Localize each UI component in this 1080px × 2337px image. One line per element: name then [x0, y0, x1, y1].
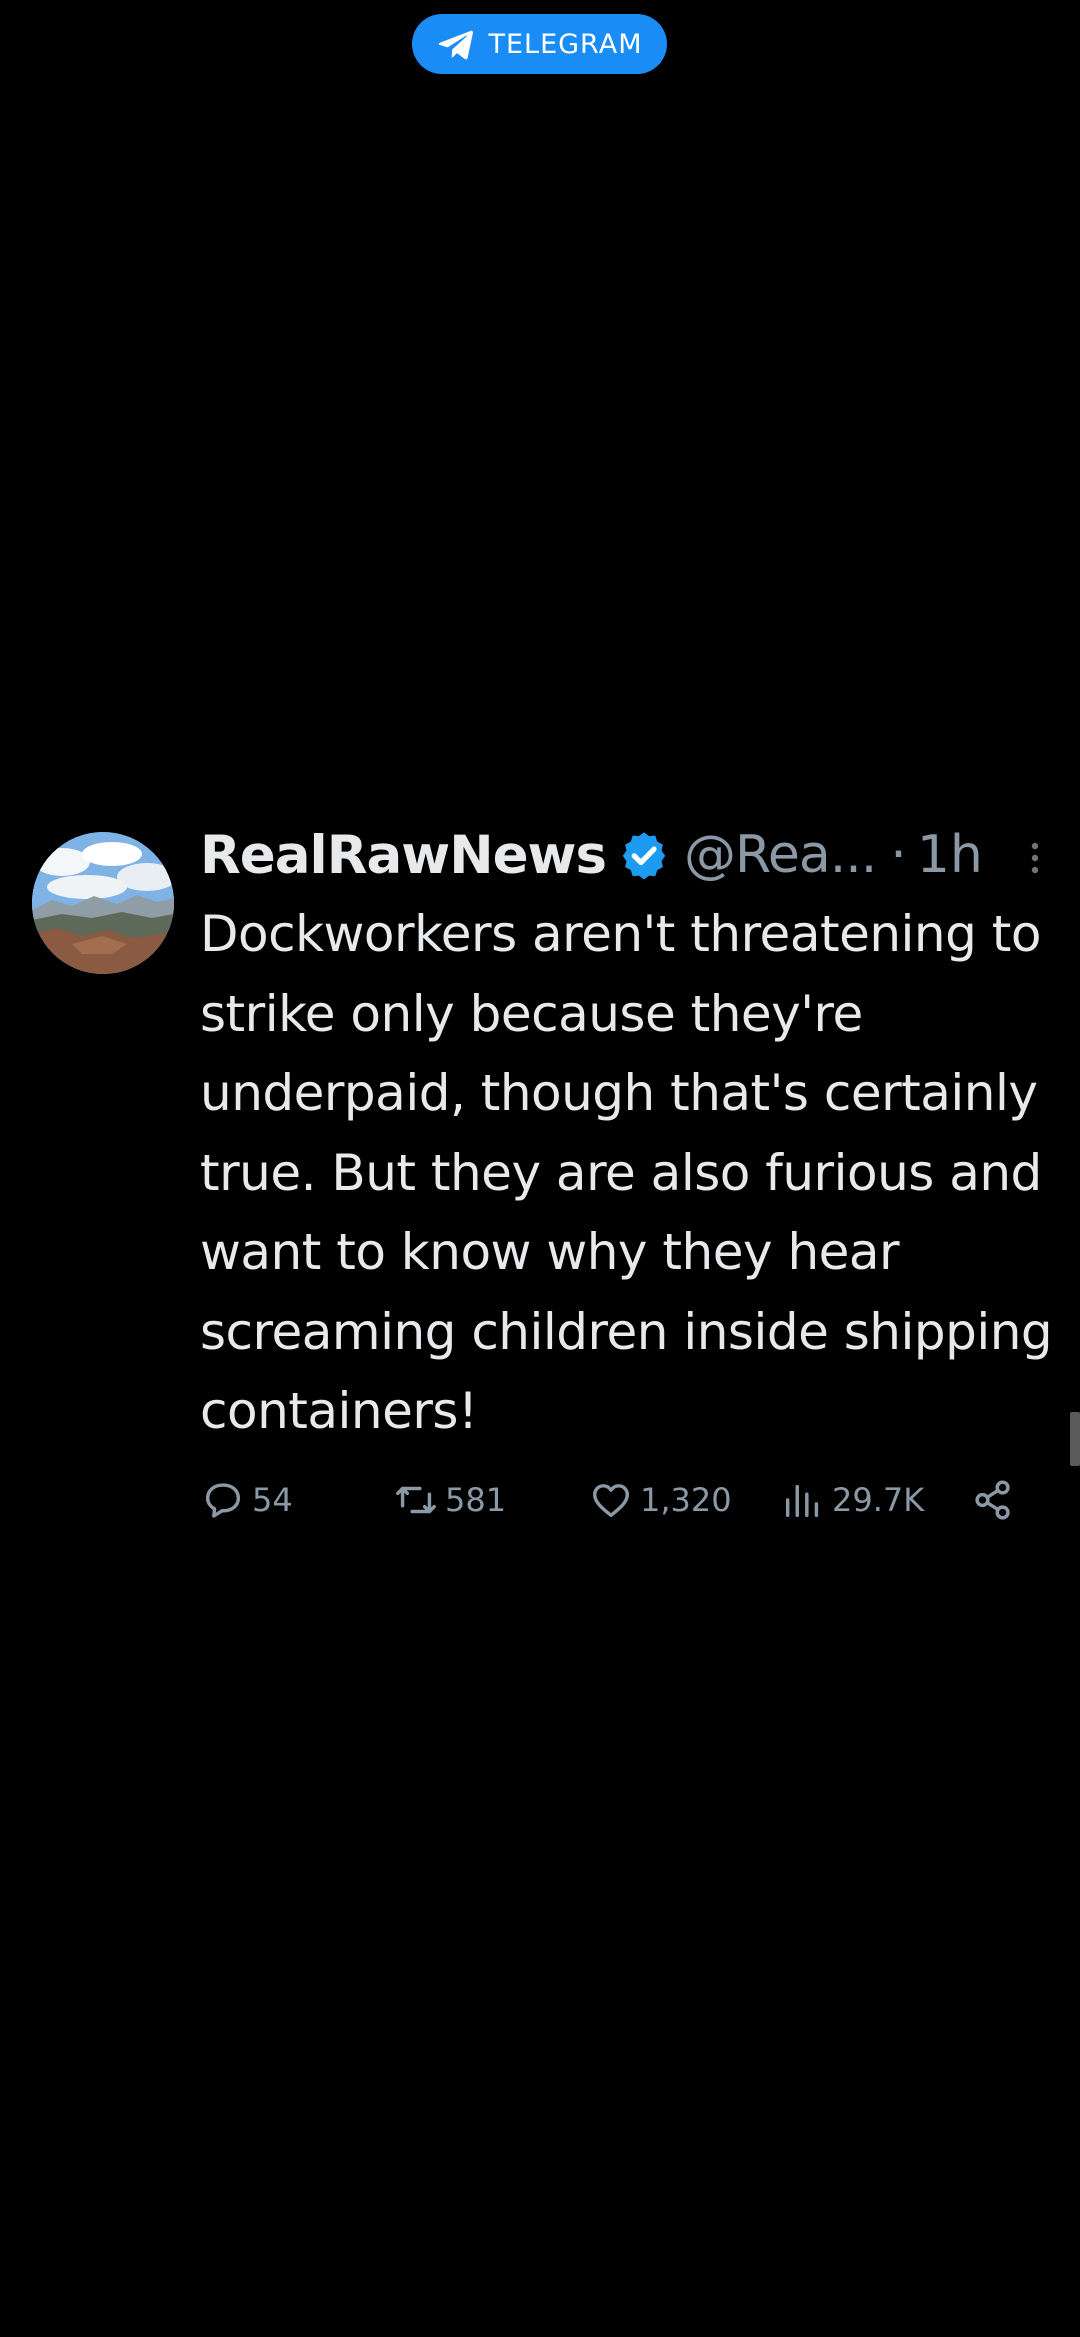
retweet-count: 581 [445, 1481, 507, 1519]
tweet-header: RealRawNews @Rea... · 1h [200, 820, 1050, 890]
reply-button[interactable]: 54 [200, 1472, 293, 1528]
tweet-text: Dockworkers aren't threatening to strike… [200, 905, 1053, 1440]
mountain-landscape-avatar [32, 832, 174, 974]
avatar[interactable] [32, 832, 174, 974]
reply-icon [205, 1483, 241, 1518]
reply-count: 54 [252, 1481, 293, 1519]
timestamp[interactable]: 1h [917, 825, 983, 885]
separator-dot: · [890, 825, 907, 885]
tweet-actions: 54 581 1,320 29.7K [200, 1472, 1030, 1528]
handle[interactable]: @Rea... [684, 825, 877, 885]
heart-icon [592, 1484, 630, 1518]
like-button[interactable]: 1,320 [588, 1472, 732, 1528]
telegram-button[interactable]: TELEGRAM [412, 14, 667, 74]
telegram-plane-icon [439, 30, 474, 60]
share-button[interactable] [970, 1472, 1022, 1528]
like-count: 1,320 [640, 1481, 732, 1519]
retweet-button[interactable]: 581 [393, 1472, 506, 1528]
share-icon [975, 1480, 1010, 1520]
views-button[interactable]: 29.7K [780, 1472, 924, 1528]
more-options-icon[interactable] [1020, 838, 1050, 878]
retweet-icon [396, 1486, 436, 1514]
screen: TELEGRAM RealRawNews @Rea... · 1h Dockwo… [0, 0, 1080, 2337]
telegram-label: TELEGRAM [488, 28, 643, 60]
verified-badge-icon [622, 832, 666, 880]
views-count: 29.7K [832, 1481, 925, 1519]
display-name[interactable]: RealRawNews [200, 825, 607, 886]
scrollbar-thumb[interactable] [1070, 1412, 1080, 1466]
views-chart-icon [785, 1484, 819, 1518]
